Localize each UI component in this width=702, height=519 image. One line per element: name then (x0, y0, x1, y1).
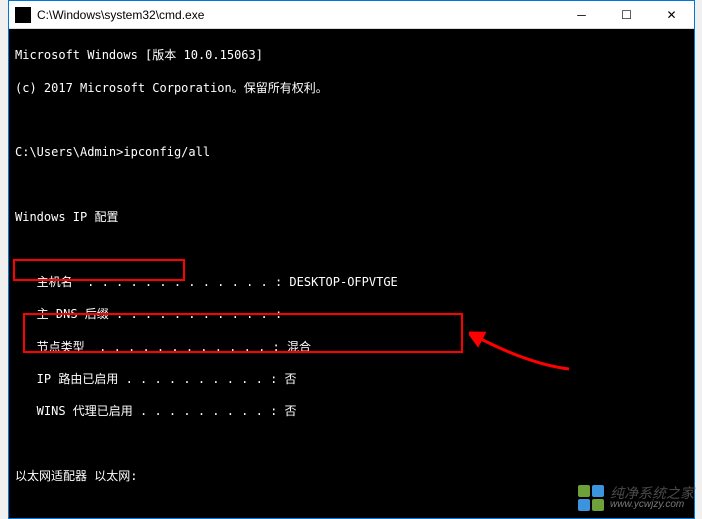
blank-line (15, 241, 688, 257)
window-controls: ─ ☐ ✕ (559, 1, 694, 29)
maximize-button[interactable]: ☐ (604, 1, 649, 29)
host-line: IP 路由已启用 . . . . . . . . . . : 否 (15, 371, 688, 387)
watermark: 纯净系统之家 www.ycwjzy.com (578, 485, 694, 511)
window-title: C:\Windows\system32\cmd.exe (37, 8, 559, 22)
close-button[interactable]: ✕ (649, 1, 694, 29)
cmd-window: C:\Windows\system32\cmd.exe ─ ☐ ✕ Micros… (8, 0, 695, 519)
banner-line: Microsoft Windows [版本 10.0.15063] (15, 47, 688, 63)
host-line: 主 DNS 后缀 . . . . . . . . . . . : (15, 306, 688, 322)
watermark-text: 纯净系统之家 www.ycwjzy.com (610, 486, 694, 510)
prompt-line: C:\Users\Admin>ipconfig/all (15, 144, 688, 160)
console-area[interactable]: Microsoft Windows [版本 10.0.15063] (c) 20… (9, 29, 694, 518)
host-line: WINS 代理已启用 . . . . . . . . . : 否 (15, 403, 688, 419)
cmd-icon (15, 7, 31, 23)
blank-line (15, 112, 688, 128)
host-line: 主机名 . . . . . . . . . . . . . : DESKTOP-… (15, 274, 688, 290)
section-heading: Windows IP 配置 (15, 209, 688, 225)
adapter-heading: 以太网适配器 以太网: (15, 468, 688, 484)
blank-line (15, 436, 688, 452)
minimize-button[interactable]: ─ (559, 1, 604, 29)
watermark-name: 纯净系统之家 (610, 486, 694, 500)
titlebar: C:\Windows\system32\cmd.exe ─ ☐ ✕ (9, 1, 694, 29)
blank-line (15, 177, 688, 193)
watermark-logo-icon (578, 485, 604, 511)
banner-line: (c) 2017 Microsoft Corporation。保留所有权利。 (15, 80, 688, 96)
host-line: 节点类型 . . . . . . . . . . . . : 混合 (15, 339, 688, 355)
watermark-url: www.ycwjzy.com (610, 500, 694, 510)
